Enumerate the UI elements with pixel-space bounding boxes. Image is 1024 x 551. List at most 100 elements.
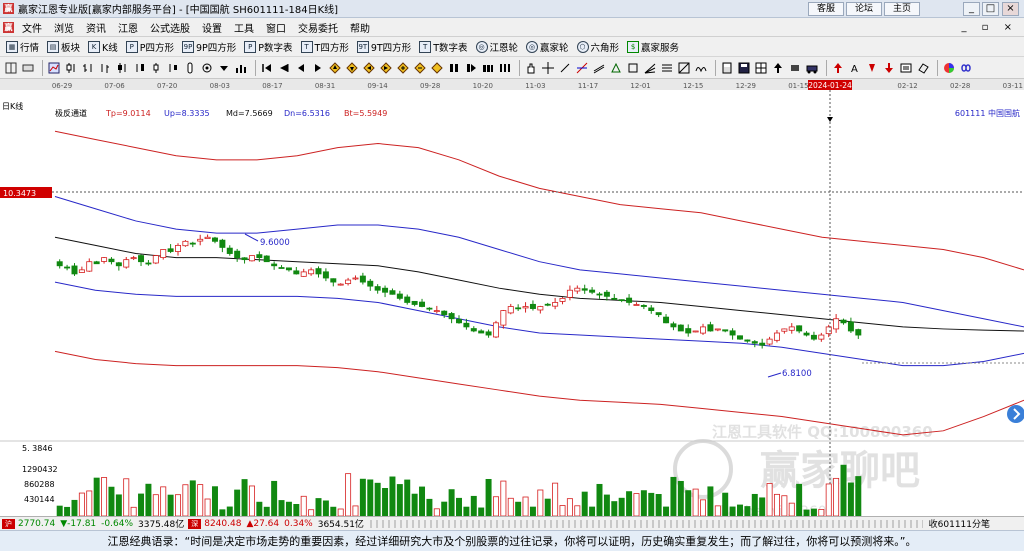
winner-service-button[interactable]: $ 赢家服务 [627,40,679,54]
p-number-table-button[interactable]: P P数字表 [244,40,293,54]
step-icon[interactable] [464,61,478,75]
diamond-down-icon[interactable] [345,61,359,75]
triple-icon[interactable] [498,61,512,75]
crosshair-icon[interactable] [541,61,555,75]
down-arrow-icon[interactable] [882,61,896,75]
candle-body [359,275,366,283]
indicator-bt: Bt=5.5949 [344,109,387,118]
text-tool-icon[interactable]: A [848,61,862,75]
save-icon[interactable] [737,61,751,75]
menu-file[interactable]: 文件 [22,20,42,35]
quote-button[interactable]: ▦ 行情 [6,40,39,54]
target-icon[interactable] [200,61,214,75]
menu-info[interactable]: 资讯 [86,20,106,35]
diamond-up-icon[interactable] [328,61,342,75]
dropdown-icon[interactable] [217,61,231,75]
hexagon-button[interactable]: ⬡ 六角形 [576,40,619,54]
diamond-left-icon[interactable] [362,61,376,75]
menu-browse[interactable]: 浏览 [54,20,74,35]
candle-icon[interactable] [64,61,78,75]
ray-tool-icon[interactable] [575,61,589,75]
t-square-button[interactable]: T T四方形 [300,40,349,54]
solid-candle-icon[interactable] [115,61,129,75]
hand-icon[interactable] [524,61,538,75]
volume-bar [359,478,366,516]
date-tick-label: 09-28 [420,82,440,90]
volume-bar [263,506,270,516]
forum-button[interactable]: 论坛 [846,2,882,16]
t-number-table-button[interactable]: T T数字表 [419,40,468,54]
columns-icon[interactable] [481,61,495,75]
gann-box-icon[interactable] [677,61,691,75]
p-square-button[interactable]: P P四方形 [125,40,174,54]
prev-icon[interactable] [294,61,308,75]
eraser-icon[interactable] [916,61,930,75]
kline-chart[interactable]: 06-29 07-06 07-20 08-03 08-17 08-31 09-14 09-28… [0,79,1024,516]
dual-candle-icon[interactable] [132,61,146,75]
chart-type-icon[interactable] [47,61,61,75]
prev-page-icon[interactable] [277,61,291,75]
diamond-right-icon[interactable] [379,61,393,75]
bar-icon[interactable] [81,61,95,75]
ohlc-icon[interactable] [98,61,112,75]
menu-window[interactable]: 窗口 [266,20,286,35]
gold-diamond-icon[interactable] [430,61,444,75]
up-arrow-icon[interactable] [831,61,845,75]
homepage-button[interactable]: 主页 [884,2,920,16]
maximize-button[interactable]: □ [982,2,999,16]
9p-square-button[interactable]: 9P 9P四方形 [182,40,236,54]
note-tool-icon[interactable] [899,61,913,75]
kline-button[interactable]: K K线 [88,40,118,54]
candle-body [714,328,721,331]
mdi-controls[interactable]: _ ▫ × [961,22,1018,33]
customer-service-button[interactable]: 客服 [808,2,844,16]
bottle-icon[interactable] [183,61,197,75]
car-icon[interactable] [805,61,819,75]
color-wheel-icon[interactable] [942,61,956,75]
channel-tool-icon[interactable] [592,61,606,75]
polygon-tool-icon[interactable] [609,61,623,75]
select-tool-icon[interactable] [21,61,35,75]
bar-plus-icon[interactable] [166,61,180,75]
hollow-candle-icon[interactable] [149,61,163,75]
menu-formula[interactable]: 公式选股 [150,20,190,35]
sz-index-icon: 深 [188,518,202,529]
minimize-button[interactable]: _ [963,2,980,16]
main-toolbar: ▦ 行情 ▤ 板块 K K线 P P四方形 9P 9P四方形 P P数字表 T T四方形 9T… [0,37,1024,57]
menu-trade[interactable]: 交易委托 [298,20,338,35]
pin-tool-icon[interactable] [865,61,879,75]
cut-icon[interactable] [788,61,802,75]
arrow-up-tool-icon[interactable] [771,61,785,75]
cursor-mode-icon[interactable] [4,61,18,75]
cycle-tool-icon[interactable] [694,61,708,75]
square-tool-icon[interactable] [626,61,640,75]
menu-tools[interactable]: 工具 [234,20,254,35]
candle-body [322,271,329,279]
grid-tool-icon[interactable] [754,61,768,75]
9t-square-button[interactable]: 9T 9T四方形 [356,40,411,54]
zoom-in-icon[interactable] [396,61,410,75]
menu-help[interactable]: 帮助 [350,20,370,35]
volume-bar [300,495,307,516]
sector-button[interactable]: ▤ 板块 [47,40,80,54]
fan-tool-icon[interactable] [643,61,657,75]
infinity-icon[interactable] [959,61,973,75]
date-tick-label: 12-29 [736,82,756,90]
winner-wheel-button[interactable]: ◎ 赢家轮 [526,40,569,54]
menu-settings[interactable]: 设置 [202,20,222,35]
next-icon[interactable] [311,61,325,75]
bar-chart-icon[interactable] [234,61,248,75]
first-page-icon[interactable] [260,61,274,75]
close-button[interactable]: × [1002,2,1019,16]
candle-body [655,312,662,316]
fib-tool-icon[interactable] [660,61,674,75]
line-tool-icon[interactable] [558,61,572,75]
gann-wheel-button[interactable]: ◎ 江恩轮 [475,40,518,54]
zoom-out-icon[interactable] [413,61,427,75]
candle-body [840,319,847,324]
pause-icon[interactable] [447,61,461,75]
calc-icon[interactable] [720,61,734,75]
tick-detail-status[interactable]: 收601111分笔 [929,517,990,530]
menu-gann[interactable]: 江恩 [118,20,138,35]
candle-body [433,310,440,313]
